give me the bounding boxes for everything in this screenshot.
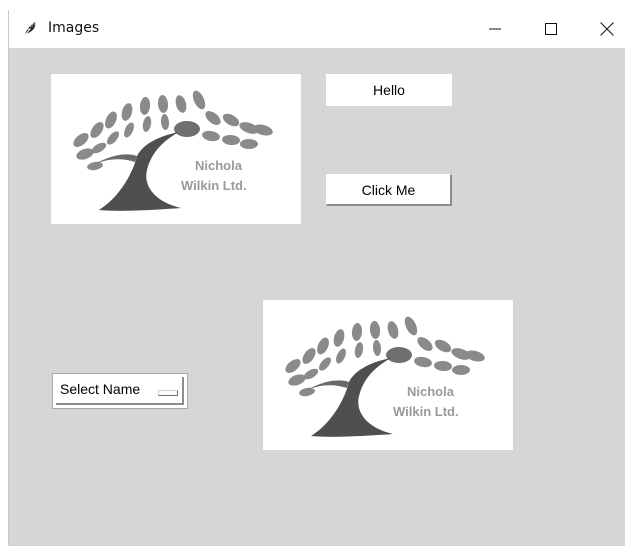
maximize-icon (545, 23, 557, 35)
click-me-button[interactable]: Click Me (326, 174, 452, 206)
tree-logo-icon: Nichola Wilkin Ltd. (285, 316, 485, 437)
app-window: Images Nichola Wilkin Ltd. Hello Click M… (8, 10, 625, 546)
logo-text-line1: Nichola (407, 384, 455, 399)
logo-image-bottom: Nichola Wilkin Ltd. (263, 300, 513, 450)
logo-text-line1: Nichola (195, 158, 243, 173)
minimize-icon (489, 28, 501, 30)
close-icon (600, 22, 614, 36)
dropdown-indicator-icon (158, 390, 178, 396)
hello-label: Hello (326, 74, 452, 106)
logo-text-line2: Wilkin Ltd. (181, 178, 247, 193)
close-button[interactable] (584, 10, 625, 48)
title-bar[interactable]: Images (9, 10, 625, 48)
logo-image-top: Nichola Wilkin Ltd. (51, 74, 301, 224)
minimize-button[interactable] (472, 10, 518, 48)
logo-text-line2: Wilkin Ltd. (393, 404, 459, 419)
window-title: Images (48, 20, 100, 36)
tree-logo-icon: Nichola Wilkin Ltd. (73, 90, 273, 211)
select-name-menu[interactable]: Select Name (52, 373, 188, 409)
select-name-menu-value: Select Name (60, 381, 141, 397)
maximize-button[interactable] (528, 10, 574, 48)
feather-icon (22, 22, 36, 38)
client-area: Nichola Wilkin Ltd. Hello Click Me Selec… (9, 48, 625, 546)
